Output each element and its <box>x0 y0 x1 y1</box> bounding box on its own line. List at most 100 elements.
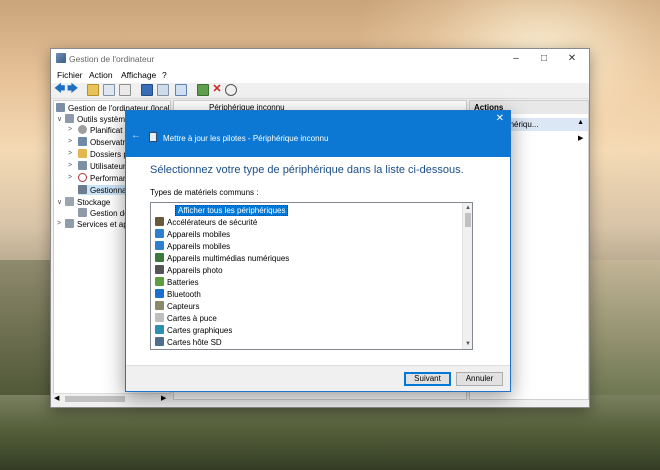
up-folder-icon[interactable] <box>87 84 99 96</box>
chevron-right-icon[interactable]: > <box>68 174 72 181</box>
scroll-left-icon[interactable]: ◀ <box>54 394 59 402</box>
chevron-right-icon[interactable]: > <box>68 162 72 169</box>
disk-icon <box>78 208 87 217</box>
download-icon[interactable] <box>225 84 237 96</box>
media-device-icon <box>155 253 164 262</box>
list-item[interactable]: Appareils mobiles <box>155 241 459 253</box>
dialog-header: ✕ ← Mettre à jour les pilotes - Périphér… <box>126 111 510 157</box>
dialog-heading: Sélectionnez votre type de périphérique … <box>150 164 464 176</box>
tree-disk-management[interactable]: Gestion de <box>78 208 129 218</box>
list-item-label: Accélérateurs de sécurité <box>167 218 258 227</box>
event-viewer-icon <box>78 137 87 146</box>
bluetooth-icon <box>155 289 164 298</box>
back-arrow-icon[interactable]: ← <box>131 130 141 141</box>
list-item-label: Appareils multimédias numériques <box>167 254 290 263</box>
scroll-up-icon[interactable]: ▲ <box>463 203 472 213</box>
toolbar: 🡄 🡆 ✕ <box>51 83 589 99</box>
tree-local-users[interactable]: Utilisateurs <box>78 161 130 171</box>
storage-icon <box>65 197 74 206</box>
dialog-footer: Suivant Annuler <box>126 365 510 391</box>
list-item[interactable]: Accélérateurs de sécurité <box>155 217 459 229</box>
maximize-icon[interactable]: □ <box>537 52 551 66</box>
hardware-types-label: Types de matériels communs : <box>150 188 259 197</box>
forward-arrow-icon[interactable]: 🡆 <box>67 84 79 96</box>
chevron-down-icon[interactable]: ∨ <box>57 115 62 123</box>
list-item[interactable]: Appareils multimédias numériques <box>155 253 459 265</box>
back-arrow-icon[interactable]: 🡄 <box>54 84 66 96</box>
list-item-label: Appareils photo <box>167 266 223 275</box>
tree-services[interactable]: Services et app <box>65 219 132 229</box>
list-item-label: Appareils mobiles <box>167 230 231 239</box>
scroll-down-icon[interactable]: ▼ <box>463 339 472 349</box>
performance-icon <box>78 173 87 182</box>
list-item-label: Cartes graphiques <box>167 326 233 335</box>
menu-affichage[interactable]: Affichage <box>121 70 156 80</box>
window-titlebar[interactable]: Gestion de l'ordinateur – □ ✕ <box>51 49 589 69</box>
hardware-type-list[interactable]: ▲ ▼ Afficher tous les périphériques Accél… <box>150 202 473 350</box>
update-driver-icon[interactable] <box>197 84 209 96</box>
menu-bar: Fichier Action Affichage ? <box>51 69 589 83</box>
list-item-label: Bluetooth <box>167 290 201 299</box>
list-item[interactable]: Capteurs <box>155 301 459 313</box>
list-item[interactable]: Afficher tous les périphériques <box>155 205 459 217</box>
submenu-arrow-icon: ▶ <box>578 135 584 142</box>
update-driver-dialog: ✕ ← Mettre à jour les pilotes - Périphér… <box>125 110 511 392</box>
list-item[interactable]: Cartes hôte SD <box>155 337 459 349</box>
scroll-thumb[interactable] <box>65 396 125 402</box>
tree-system-tools[interactable]: Outils système <box>65 114 129 124</box>
horizontal-scrollbar[interactable]: ◀ ▶ <box>53 393 171 403</box>
close-icon[interactable]: ✕ <box>565 52 579 66</box>
security-accelerator-icon <box>155 217 164 226</box>
dialog-close-icon[interactable]: ✕ <box>496 113 504 124</box>
menu-help[interactable]: ? <box>162 70 167 80</box>
chevron-right-icon[interactable]: > <box>57 220 61 227</box>
next-button[interactable]: Suivant <box>404 372 451 386</box>
list-item[interactable]: Appareils photo <box>155 265 459 277</box>
scroll-right-icon[interactable]: ▶ <box>161 394 166 402</box>
folder-icon <box>78 149 87 158</box>
display-adapter-icon <box>155 325 164 334</box>
tree-device-manager[interactable]: Gestionnai <box>78 185 129 195</box>
services-icon <box>65 219 74 228</box>
minimize-icon[interactable]: – <box>509 52 523 66</box>
list-item-label: Cartes à puce <box>167 314 217 323</box>
device-manager-icon <box>78 185 87 194</box>
list-item[interactable]: Cartes graphiques <box>155 325 459 337</box>
sd-host-icon <box>155 337 164 346</box>
view-icon[interactable] <box>157 84 169 96</box>
device-icon <box>149 132 157 142</box>
list-scrollbar[interactable]: ▲ ▼ <box>462 203 472 349</box>
properties-icon[interactable] <box>119 84 131 96</box>
console-tree-icon[interactable] <box>103 84 115 96</box>
chevron-down-icon[interactable]: ∨ <box>57 198 62 206</box>
mobile-device-icon <box>155 241 164 250</box>
camera-icon <box>155 265 164 274</box>
scroll-thumb[interactable] <box>465 213 471 227</box>
collapse-icon[interactable]: ▲ <box>577 119 584 126</box>
menu-fichier[interactable]: Fichier <box>57 70 83 80</box>
cancel-button[interactable]: Annuler <box>456 372 503 386</box>
list-item[interactable]: Cartes à puce <box>155 313 459 325</box>
mobile-device-icon <box>155 229 164 238</box>
list-item-label: Batteries <box>167 278 199 287</box>
list-item[interactable]: Bluetooth <box>155 289 459 301</box>
smart-card-icon <box>155 313 164 322</box>
computer-icon <box>56 103 65 112</box>
sensor-icon <box>155 301 164 310</box>
uninstall-icon[interactable]: ✕ <box>211 84 223 96</box>
chevron-right-icon[interactable]: > <box>68 138 72 145</box>
menu-action[interactable]: Action <box>89 70 113 80</box>
help-icon[interactable] <box>141 84 153 96</box>
chevron-right-icon[interactable]: > <box>68 126 72 133</box>
monitor-icon[interactable] <box>175 84 187 96</box>
dialog-title: Mettre à jour les pilotes - Périphérique… <box>163 134 329 143</box>
tree-event-viewer[interactable]: Observatr <box>78 137 125 147</box>
list-item[interactable]: Batteries <box>155 277 459 289</box>
tree-task-scheduler[interactable]: Planificat <box>78 125 122 135</box>
clock-icon <box>78 125 87 134</box>
list-item[interactable]: Appareils mobiles <box>155 229 459 241</box>
chevron-right-icon[interactable]: > <box>68 150 72 157</box>
tree-storage[interactable]: Stockage <box>65 197 110 207</box>
tree-performance[interactable]: Performan <box>78 173 127 183</box>
window-title: Gestion de l'ordinateur <box>69 54 155 64</box>
